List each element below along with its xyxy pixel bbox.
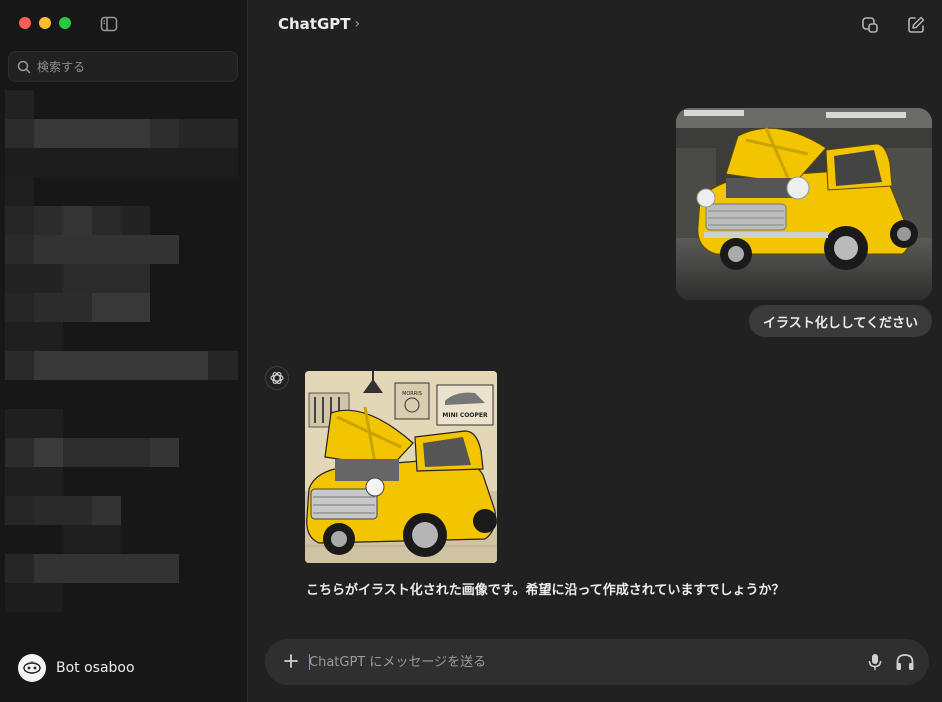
headphones-icon[interactable] xyxy=(895,653,915,671)
chevron-right-icon: › xyxy=(354,16,361,32)
search-input[interactable] xyxy=(37,59,227,74)
message-input[interactable] xyxy=(309,651,849,673)
page-title: ChatGPT xyxy=(278,15,351,33)
top-bar: ChatGPT › xyxy=(249,0,942,50)
chat-history-redacted xyxy=(5,90,238,620)
search-box[interactable] xyxy=(8,51,238,82)
generated-illustration[interactable]: MORRIS MINI COOPER xyxy=(305,371,497,563)
temporary-chat-icon[interactable] xyxy=(860,15,880,35)
chatgpt-logo-icon xyxy=(265,366,289,390)
message-composer[interactable] xyxy=(265,639,929,685)
bot-face-icon xyxy=(23,661,41,674)
user-uploaded-car-photo[interactable] xyxy=(676,108,932,300)
user-message-bubble: イラスト化ししてください xyxy=(749,305,932,337)
text-caret xyxy=(309,654,310,670)
user-name: Bot osaboo xyxy=(56,660,135,676)
sidebar-toggle-icon[interactable] xyxy=(100,15,118,33)
sidebar: Bot osaboo xyxy=(0,0,248,702)
illustration-sign-right: MINI COOPER xyxy=(442,412,488,419)
close-window-button[interactable] xyxy=(19,17,31,29)
window-controls xyxy=(19,17,71,29)
microphone-icon[interactable] xyxy=(867,653,883,671)
assistant-message: こちらがイラスト化された画像です。希望に沿って作成されていますでしょうか？ xyxy=(306,583,785,598)
zoom-window-button[interactable] xyxy=(59,17,71,29)
model-selector[interactable]: ChatGPT › xyxy=(278,15,360,33)
avatar xyxy=(18,654,46,682)
search-icon xyxy=(17,60,31,73)
illustration-sign-left: MORRIS xyxy=(402,391,422,397)
user-profile[interactable]: Bot osaboo xyxy=(18,654,135,682)
minimize-window-button[interactable] xyxy=(39,17,51,29)
new-chat-icon[interactable] xyxy=(906,15,926,35)
plus-icon[interactable] xyxy=(283,653,299,669)
